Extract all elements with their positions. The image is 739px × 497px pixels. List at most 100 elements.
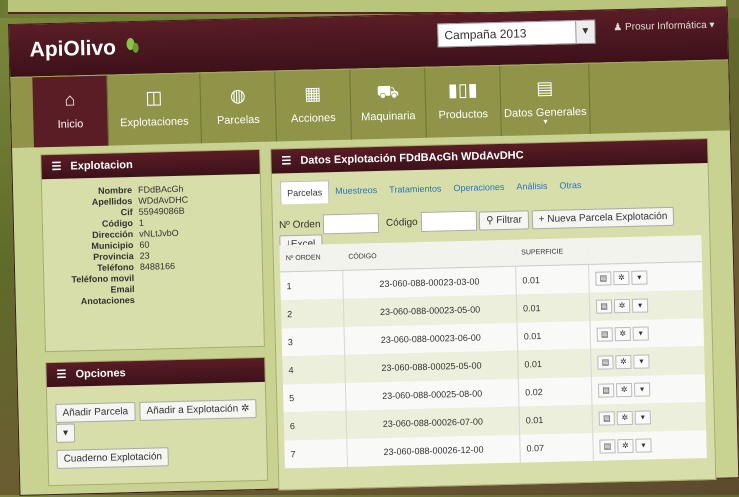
tab-muestreos[interactable]: Muestreos: [329, 179, 384, 203]
document-icon[interactable]: ▤: [598, 411, 615, 426]
gear-icon: ✲: [240, 403, 250, 415]
document-icon[interactable]: ▤: [595, 271, 612, 286]
field-value: 55949086B: [138, 205, 185, 217]
actions-cell: ▤ ✲ ▾: [588, 261, 703, 293]
nav-item-productos[interactable]: ▮▯▮ Productos: [425, 65, 502, 138]
app-window: ApiOlivo Campaña 2013 ▼ ♟ Prosur Informá…: [8, 6, 739, 496]
chevron-down-icon[interactable]: ▼: [575, 20, 595, 44]
nav-item-maquinaria[interactable]: ⛟ Maquinaria: [350, 67, 427, 140]
chevron-down-icon[interactable]: ▾: [633, 354, 650, 369]
opciones-title: Opciones: [75, 367, 126, 381]
column-header[interactable]: SUPERFICIE: [514, 237, 589, 267]
document-icon[interactable]: ▤: [597, 355, 614, 370]
tab-tratamientos[interactable]: Tratamientos: [383, 177, 448, 202]
nav-label: Acciones: [290, 112, 336, 126]
column-header[interactable]: [587, 235, 703, 265]
field-value: 1: [138, 217, 145, 228]
nav-label: Maquinaria: [361, 110, 416, 124]
document-icon[interactable]: ▤: [596, 327, 613, 342]
order-cell: 3: [281, 326, 345, 357]
order-cell: 2: [280, 298, 345, 329]
parcelas-table: Nº ORDEN CÓDIGO SUPERFICIE 1 23-060-088-000…: [279, 235, 707, 469]
chevron-down-icon[interactable]: ▾: [633, 382, 651, 397]
tab-parcelas[interactable]: Parcelas: [279, 180, 330, 205]
user-icon: ♟: [613, 21, 623, 34]
column-header[interactable]: CÓDIGO: [341, 239, 516, 271]
nav-label: Inicio: [57, 118, 84, 131]
nav-item-inicio[interactable]: ⌂ Inicio: [32, 75, 110, 148]
code-cell: 23-060-088-00023-03-00: [342, 266, 517, 299]
cuaderno-button[interactable]: Cuaderno Explotación: [56, 447, 170, 469]
nav-item-parcelas[interactable]: ◍ Parcelas: [200, 71, 277, 144]
chevron-down-icon[interactable]: ▾: [631, 298, 649, 313]
book-icon: ▤: [535, 77, 554, 99]
code-input[interactable]: [420, 210, 477, 232]
home-icon: ⌂: [64, 89, 76, 110]
list-icon: ☰: [56, 368, 67, 381]
order-cell: 7: [284, 438, 348, 469]
chevron-down-icon[interactable]: ▾: [631, 270, 648, 285]
code-cell: 23-060-088-00026-07-00: [346, 406, 520, 439]
tab-análisis[interactable]: Análisis: [510, 175, 554, 199]
actions-cell: ▤ ✲ ▾: [590, 346, 705, 377]
datos-tabs: Parcelas Muestreos Tratamientos Operaciones…: [279, 174, 588, 205]
gear-icon[interactable]: ✲: [613, 298, 631, 314]
actions-cell: ▤ ✲ ▾: [592, 430, 707, 461]
code-cell: 23-060-088-00026-12-00: [346, 434, 521, 467]
gear-icon[interactable]: ✲: [615, 354, 632, 370]
explotacion-title: Explotacion: [70, 158, 133, 173]
nav-label: Parcelas: [216, 113, 260, 127]
code-cell: 23-060-088-00025-05-00: [344, 350, 519, 383]
field-value: 60: [139, 239, 150, 250]
app-logo[interactable]: ApiOlivo: [29, 36, 140, 63]
actions-cell: ▤ ✲ ▾: [591, 402, 707, 433]
datos-panel-header: ☰ Datos Explotación FDdBAcGh WDdAvDHC: [271, 138, 708, 174]
nav-item-acciones[interactable]: ▦ Acciones: [275, 69, 352, 142]
nav-label: Datos Generales: [503, 105, 587, 120]
gear-icon[interactable]: ✲: [617, 438, 634, 454]
surface-cell: 0.01: [519, 404, 593, 435]
field-value: 23: [139, 250, 150, 261]
document-icon[interactable]: ▤: [595, 299, 613, 314]
new-parcel-button[interactable]: + Nueva Parcela Explotación: [531, 206, 675, 229]
add-to-explotacion-button[interactable]: Añadir a Explotación ✲: [139, 399, 257, 421]
tab-operaciones[interactable]: Operaciones: [447, 176, 511, 201]
document-icon[interactable]: ▤: [599, 439, 616, 454]
nav-item-datos-generales[interactable]: ▤ Datos Generales ▼: [500, 63, 591, 136]
order-cell: 4: [282, 354, 346, 385]
gear-icon[interactable]: ✲: [613, 270, 630, 286]
code-cell: 23-060-088-00023-06-00: [344, 322, 518, 355]
surface-cell: 0.01: [516, 320, 591, 351]
add-to-dropdown-button[interactable]: ▾: [55, 423, 76, 443]
chevron-down-icon[interactable]: ▾: [635, 438, 652, 453]
campaign-select[interactable]: Campaña 2013 ▼: [437, 19, 596, 48]
campaign-value: Campaña 2013: [444, 26, 527, 43]
order-cell: 1: [280, 270, 344, 301]
filter-button[interactable]: ⚲ Filtrar: [478, 209, 530, 231]
nav-items: ⌂ Inicio ◫ Explotaciones ◍ Parcelas ▦ Acciones ⛟…: [32, 63, 591, 148]
column-header[interactable]: Nº ORDEN: [279, 243, 343, 272]
add-to-label: Añadir a Explotación: [146, 403, 239, 417]
filter-label: Filtrar: [496, 214, 523, 226]
chevron-down-icon[interactable]: ▾: [632, 326, 649, 341]
nav-label: Explotaciones: [120, 115, 189, 130]
nav-item-explotaciones[interactable]: ◫ Explotaciones: [107, 73, 202, 146]
user-menu[interactable]: ♟ Prosur Informática ▾: [613, 20, 715, 33]
list-icon: ☰: [51, 160, 62, 173]
add-parcel-button[interactable]: Añadir Parcela: [55, 402, 136, 423]
search-icon: ⚲: [486, 214, 494, 227]
chevron-down-icon: ▾: [709, 19, 715, 31]
gear-icon[interactable]: ✲: [615, 382, 633, 398]
datos-panel: ☰ Datos Explotación FDdBAcGh WDdAvDHC Pa…: [270, 137, 717, 491]
user-name: Prosur Informática: [624, 19, 707, 33]
chevron-down-icon[interactable]: ▾: [634, 410, 651, 425]
order-input[interactable]: [322, 212, 380, 235]
document-icon[interactable]: ▤: [597, 383, 615, 398]
actions-cell: ▤ ✲ ▾: [591, 374, 706, 405]
order-cell: 5: [282, 382, 347, 413]
tab-otras[interactable]: Otras: [553, 174, 588, 198]
order-cell: 6: [283, 410, 347, 441]
gear-icon[interactable]: ✲: [616, 410, 633, 426]
surface-cell: 0.02: [518, 376, 592, 407]
gear-icon[interactable]: ✲: [614, 326, 631, 342]
